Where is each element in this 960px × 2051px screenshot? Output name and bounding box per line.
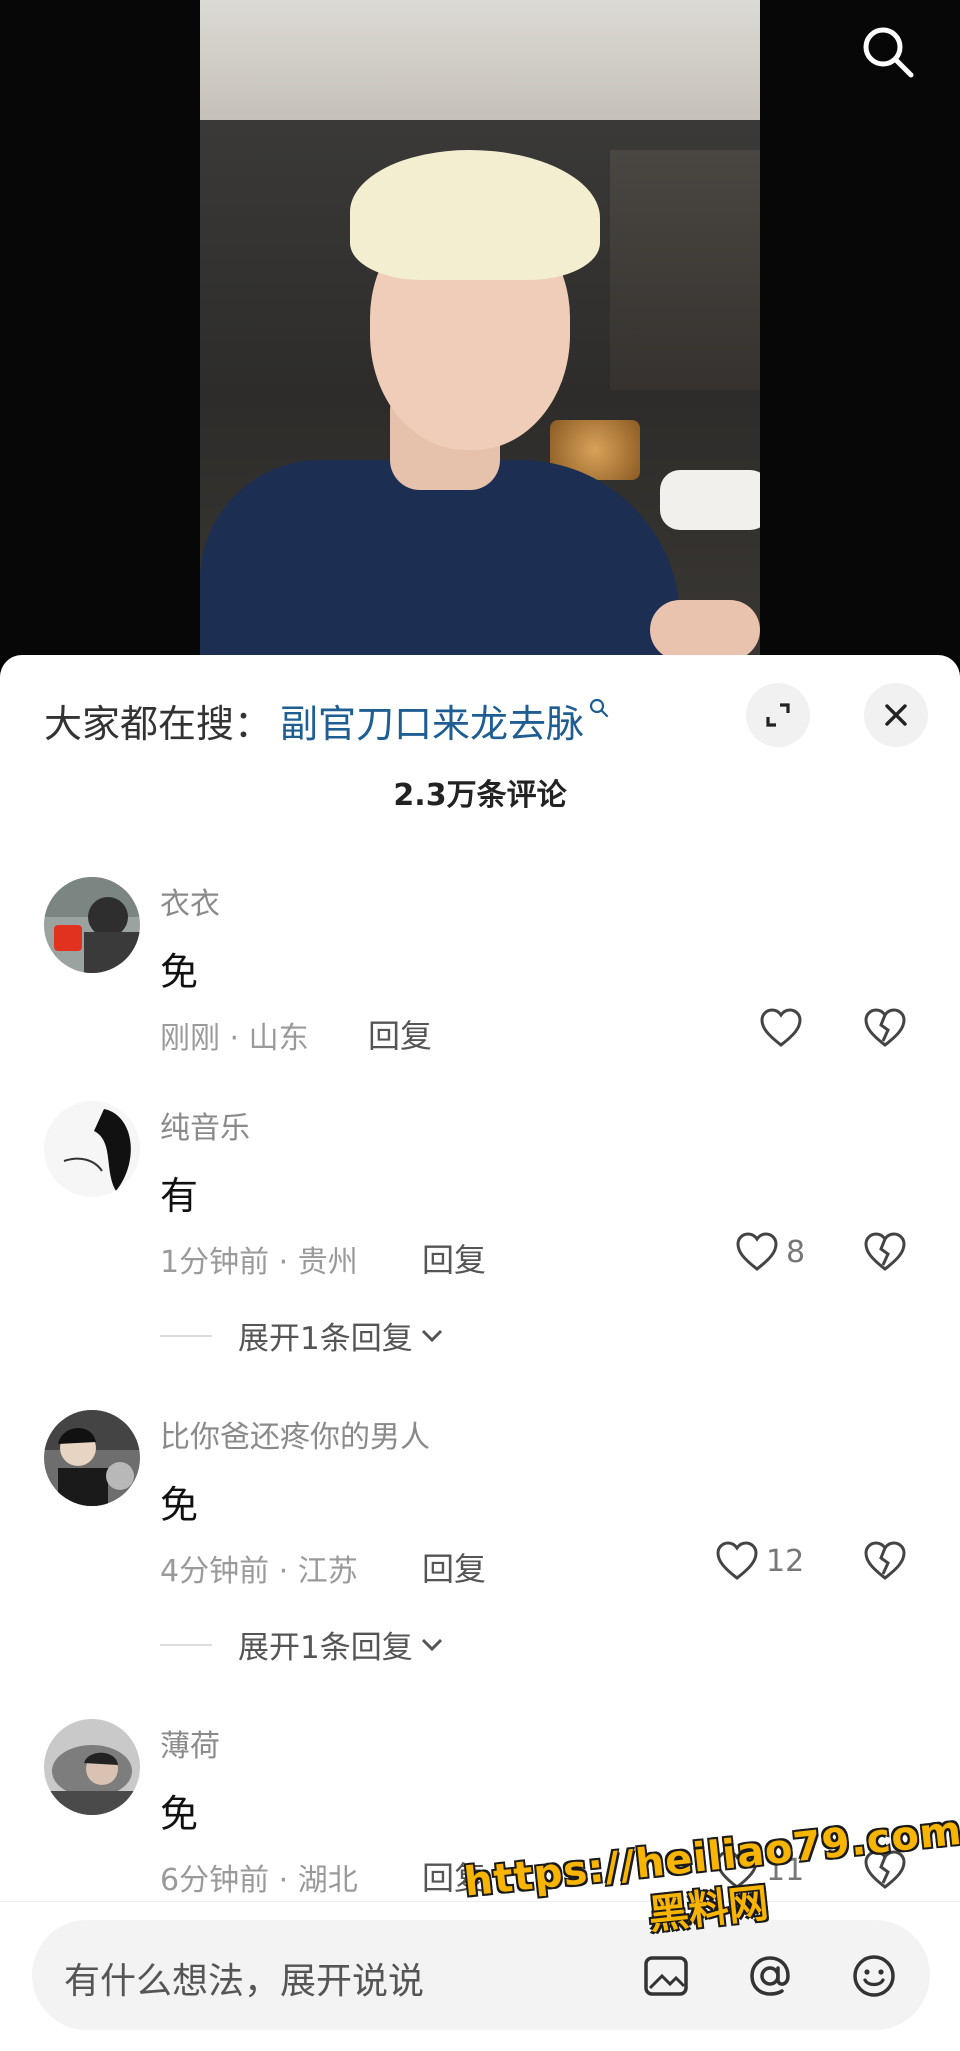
video-person-shirt: [200, 460, 680, 660]
video-pillow: [660, 470, 760, 530]
trending-search-prefix: 大家都在搜：: [44, 701, 273, 746]
expand-replies-button[interactable]: 展开1条回复: [160, 1622, 447, 1667]
broken-heart-icon: [864, 1008, 906, 1047]
heart-icon: [760, 1008, 802, 1047]
reply-button[interactable]: 回复: [368, 1011, 432, 1057]
comment-username[interactable]: 比你爸还疼你的男人: [160, 1412, 430, 1456]
avatar[interactable]: [44, 1101, 140, 1197]
at-icon: [750, 1956, 790, 1996]
comment-text: 有: [160, 1174, 199, 1218]
search-button[interactable]: [858, 22, 938, 92]
like-count: 12: [766, 1543, 805, 1579]
avatar[interactable]: [44, 1410, 140, 1506]
video-frame: [200, 0, 760, 660]
dislike-button[interactable]: [862, 1229, 908, 1279]
reply-button[interactable]: 回复: [422, 1235, 486, 1281]
video-wall-panel: [610, 150, 760, 390]
close-button[interactable]: [864, 683, 928, 747]
expand-line: [160, 1643, 212, 1646]
video-ceiling: [200, 0, 760, 120]
expand-line: [160, 1334, 212, 1337]
comment-count: 2.3万条评论: [393, 778, 567, 813]
comment-username[interactable]: 薄荷: [160, 1721, 220, 1765]
comment-sheet: 大家都在搜： 副官刀口来龙去脉 2.3万条评论 衣衣 免 刚刚 · 山东 回复 …: [0, 655, 960, 2051]
image-button[interactable]: [638, 1948, 694, 2004]
like-count: 8: [786, 1234, 806, 1270]
video-player[interactable]: [0, 0, 960, 660]
close-icon: [885, 704, 907, 726]
mention-button[interactable]: [742, 1948, 798, 2004]
comment-input[interactable]: 有什么想法，展开说说: [64, 1952, 424, 2004]
image-icon: [644, 1956, 688, 1996]
avatar-image: [44, 877, 140, 973]
comment-username[interactable]: 纯音乐: [160, 1103, 250, 1147]
dislike-button[interactable]: [862, 1005, 908, 1055]
search-icon: [863, 27, 914, 78]
comment-meta: 6分钟前 · 湖北: [160, 1863, 358, 1898]
like-button[interactable]: 12: [714, 1538, 804, 1584]
heart-icon: [716, 1541, 758, 1580]
expand-replies-button[interactable]: 展开1条回复: [160, 1313, 447, 1358]
comment-text: 免: [160, 1483, 199, 1527]
comment-meta: 4分钟前 · 江苏: [160, 1554, 358, 1589]
comment-username[interactable]: 衣衣: [160, 879, 220, 923]
avatar[interactable]: [44, 1719, 140, 1815]
expand-replies-label: 展开1条回复: [238, 1630, 413, 1666]
avatar-image: [44, 1719, 140, 1815]
chevron-down-icon: [421, 1638, 442, 1651]
avatar-image: [44, 1101, 140, 1197]
expand-replies-label: 展开1条回复: [238, 1321, 413, 1357]
heart-icon: [716, 1850, 758, 1889]
like-button[interactable]: [758, 1005, 804, 1051]
emoji-button[interactable]: [846, 1948, 902, 2004]
emoji-icon: [853, 1955, 895, 1997]
broken-heart-icon: [864, 1541, 906, 1580]
comment-meta: 刚刚 · 山东: [160, 1021, 309, 1056]
dislike-button[interactable]: [862, 1847, 908, 1897]
input-divider: [0, 1901, 960, 1902]
avatar[interactable]: [44, 877, 140, 973]
like-button[interactable]: 11: [714, 1847, 804, 1893]
broken-heart-icon: [864, 1850, 906, 1889]
comment-text: 免: [160, 950, 199, 994]
small-search-icon: [589, 698, 609, 718]
video-person-hand: [650, 600, 760, 660]
trending-search-term[interactable]: 副官刀口来龙去脉: [280, 693, 584, 748]
comment-text: 免: [160, 1792, 199, 1836]
expand-sheet-button[interactable]: [746, 683, 810, 747]
comment-meta: 1分钟前 · 贵州: [160, 1245, 358, 1280]
chevron-down-icon: [421, 1329, 442, 1342]
reply-button[interactable]: 回复: [422, 1544, 486, 1590]
comment-input-bar[interactable]: 有什么想法，展开说说: [32, 1920, 930, 2030]
dislike-button[interactable]: [862, 1538, 908, 1588]
expand-icon: [766, 703, 790, 727]
heart-icon: [736, 1232, 778, 1271]
broken-heart-icon: [864, 1232, 906, 1271]
like-count: 11: [766, 1852, 805, 1888]
reply-button[interactable]: 回复: [422, 1853, 486, 1899]
avatar-image: [44, 1410, 140, 1506]
video-person-hair: [350, 150, 600, 280]
like-button[interactable]: 8: [734, 1229, 805, 1275]
trending-search[interactable]: 大家都在搜： 副官刀口来龙去脉: [44, 685, 610, 755]
